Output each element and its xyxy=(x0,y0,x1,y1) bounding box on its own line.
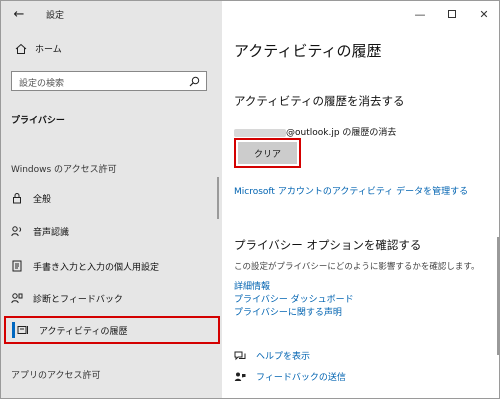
clear-button[interactable]: クリア xyxy=(238,142,297,164)
minimize-button[interactable]: — xyxy=(409,4,431,24)
group-title-windows-permissions: Windows のアクセス許可 xyxy=(11,165,117,175)
sidebar-item-label: ホーム xyxy=(35,45,62,55)
privacy-description: この設定がプライバシーにどのように影響するかを確認します。 xyxy=(234,262,480,272)
feedback-icon xyxy=(234,371,246,383)
content-scrollbar[interactable] xyxy=(497,237,499,355)
search-icon[interactable] xyxy=(189,76,200,90)
diagnostics-icon xyxy=(11,292,23,304)
clear-history-heading: アクティビティの履歴を消去する xyxy=(234,94,405,108)
title-bar: ← 設定 — ✕ xyxy=(1,1,499,27)
privacy-dashboard-link[interactable]: プライバシー ダッシュボード xyxy=(234,292,354,305)
settings-window: ← 設定 — ✕ ホーム 設定の検索 プライバシー Windows のアクセス許… xyxy=(0,0,500,399)
home-icon xyxy=(15,43,27,55)
lock-icon xyxy=(11,192,23,204)
help-label: ヘルプを表示 xyxy=(256,352,311,362)
redacted-account-name xyxy=(234,128,286,137)
title-bar-left xyxy=(1,1,222,27)
account-suffix: @outlook.jp の履歴の消去 xyxy=(286,128,397,138)
help-icon xyxy=(234,350,246,362)
sidebar: ホーム 設定の検索 プライバシー Windows のアクセス許可 全般 音声認識 xyxy=(1,27,222,398)
sidebar-item-general[interactable]: 全般 xyxy=(11,187,207,209)
maximize-button[interactable] xyxy=(441,4,463,24)
selected-indicator xyxy=(12,322,15,338)
sidebar-item-diagnostics[interactable]: 診断とフィードバック xyxy=(11,287,207,309)
privacy-statement-link[interactable]: プライバシーに関する声明 xyxy=(234,305,342,318)
minimize-icon: — xyxy=(414,7,426,21)
privacy-options-heading: プライバシー オプションを確認する xyxy=(234,238,422,252)
sidebar-item-label: 診断とフィードバック xyxy=(33,294,123,305)
group-title-app-permissions: アプリのアクセス許可 xyxy=(11,371,101,381)
search-placeholder: 設定の検索 xyxy=(19,79,65,89)
activity-history-icon xyxy=(17,324,29,336)
handwriting-icon xyxy=(11,260,23,272)
speech-icon xyxy=(11,225,23,237)
send-feedback-link[interactable]: フィードバックの送信 xyxy=(234,370,346,383)
sidebar-item-activity-history[interactable]: アクティビティの履歴 xyxy=(4,316,220,344)
sidebar-item-label: 全般 xyxy=(33,194,52,205)
page-title: アクティビティの履歴 xyxy=(234,42,382,60)
close-button[interactable]: ✕ xyxy=(473,4,495,24)
get-help-link[interactable]: ヘルプを表示 xyxy=(234,349,310,362)
main-content: アクティビティの履歴 アクティビティの履歴を消去する @outlook.jp の… xyxy=(222,27,499,398)
sidebar-item-label: 手書き入力と入力の個人用設定 xyxy=(33,262,160,273)
sidebar-item-handwriting[interactable]: 手書き入力と入力の個人用設定 xyxy=(11,255,207,277)
back-arrow-icon: ← xyxy=(13,6,25,22)
feedback-label: フィードバックの送信 xyxy=(256,373,346,383)
sidebar-item-speech[interactable]: 音声認識 xyxy=(11,220,207,242)
section-title-privacy: プライバシー xyxy=(11,116,65,126)
app-title: 設定 xyxy=(46,11,65,21)
sidebar-item-label: アクティビティの履歴 xyxy=(39,326,128,337)
maximize-icon xyxy=(448,10,456,18)
clear-button-highlight: クリア xyxy=(234,138,301,168)
sidebar-scrollbar[interactable] xyxy=(217,177,219,219)
search-input[interactable]: 設定の検索 xyxy=(11,71,207,91)
close-icon: ✕ xyxy=(479,7,489,21)
sidebar-item-home[interactable]: ホーム xyxy=(15,42,62,55)
learn-more-link[interactable]: 詳細情報 xyxy=(234,279,270,292)
manage-activity-data-link[interactable]: Microsoft アカウントのアクティビティ データを管理する xyxy=(234,184,468,197)
account-clear-label: @outlook.jp の履歴の消去 xyxy=(234,125,396,138)
back-button[interactable]: ← xyxy=(9,5,29,23)
sidebar-item-label: 音声認識 xyxy=(33,227,70,238)
